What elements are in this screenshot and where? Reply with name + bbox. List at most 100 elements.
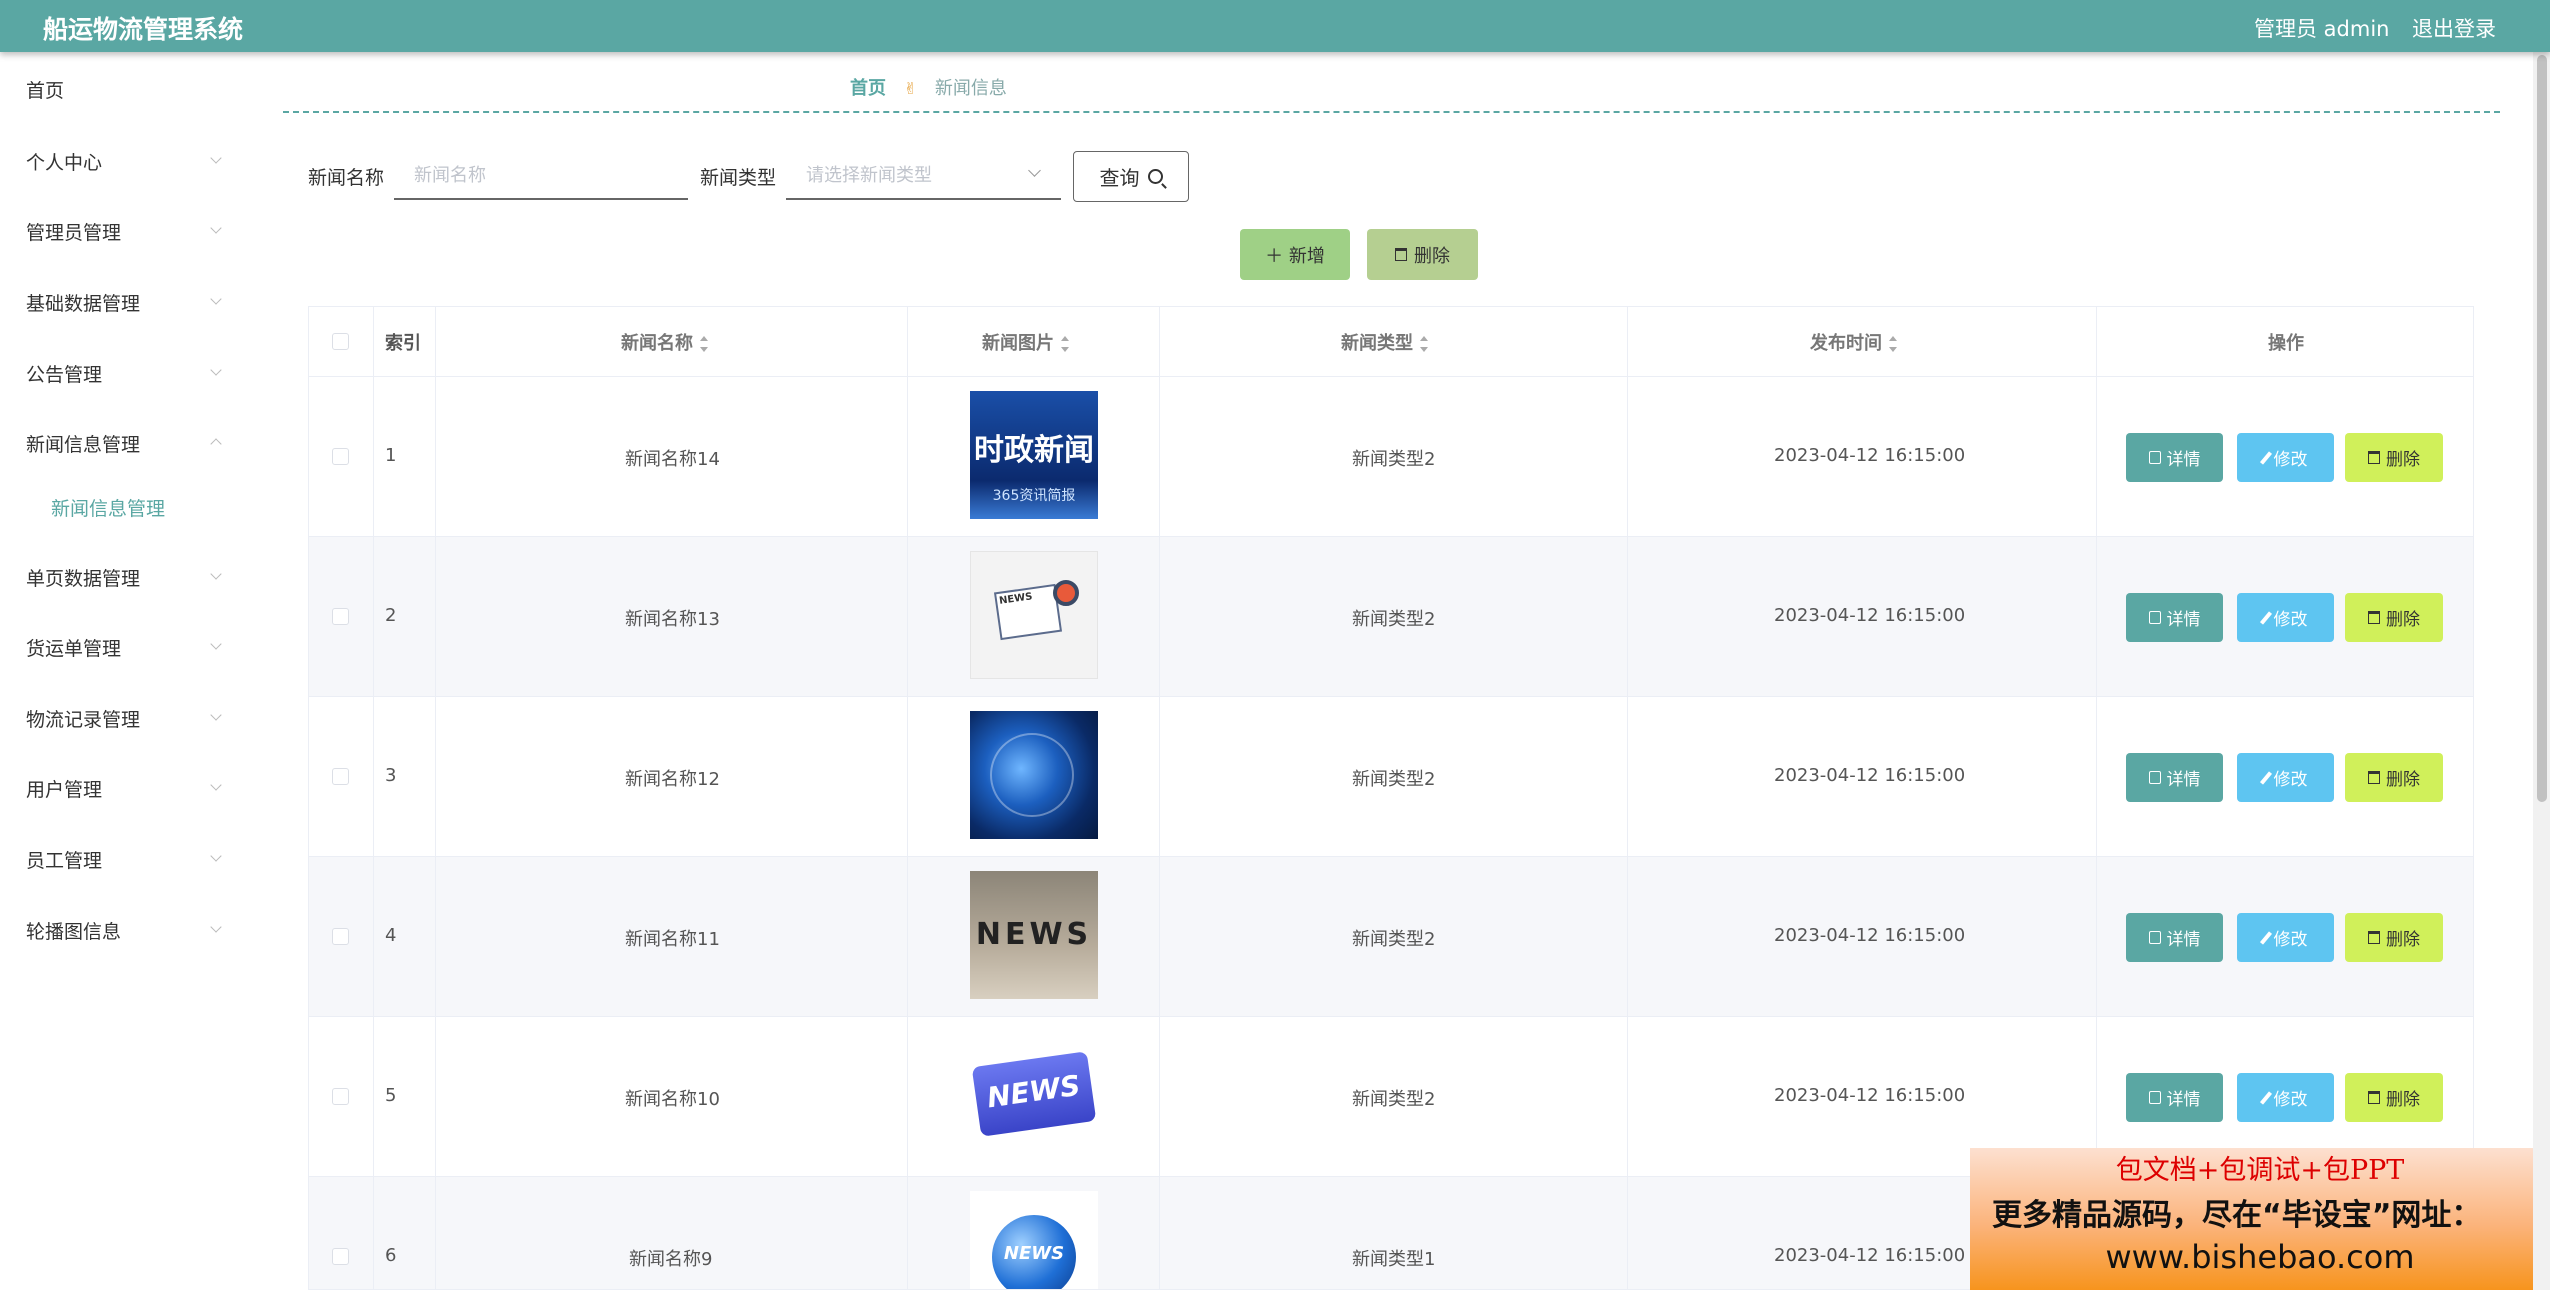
header-news-image[interactable]: 新闻图片 — [982, 329, 1070, 355]
sidebar-subitem-news[interactable]: 新闻信息管理 — [0, 486, 245, 526]
trash-icon — [2368, 1091, 2380, 1104]
breadcrumb-home[interactable]: 首页 — [850, 78, 886, 99]
sort-icon — [1060, 336, 1070, 352]
sort-icon — [1888, 336, 1898, 352]
edit-button[interactable]: 修改 — [2237, 913, 2334, 962]
row-checkbox[interactable] — [332, 608, 349, 625]
batch-delete-label: 删除 — [1414, 245, 1450, 267]
sidebar-item-basic-data[interactable]: 基础数据管理 — [0, 281, 245, 321]
header-news-type[interactable]: 新闻类型 — [1341, 329, 1429, 355]
row-news-name: 新闻名称13 — [625, 609, 720, 630]
detail-button[interactable]: 详情 — [2126, 753, 2223, 802]
magnifier-icon — [1053, 580, 1079, 606]
globe-icon — [990, 733, 1074, 817]
table-row: 4 新闻名称11 NEWS 新闻类型2 2023-04-12 16:15:00 … — [309, 857, 2473, 1017]
select-all-checkbox[interactable] — [332, 333, 349, 350]
news-thumbnail[interactable]: NEWS — [970, 871, 1098, 999]
delete-button[interactable]: 删除 — [2345, 1073, 2443, 1122]
breadcrumb-current: 新闻信息 — [934, 78, 1007, 99]
document-icon — [2148, 771, 2161, 784]
sidebar-item-users[interactable]: 用户管理 — [0, 767, 245, 807]
sidebar-item-single-page[interactable]: 单页数据管理 — [0, 556, 245, 596]
row-news-type: 新闻类型2 — [1352, 609, 1436, 630]
trash-icon — [2368, 771, 2380, 784]
edit-button[interactable]: 修改 — [2237, 1073, 2334, 1122]
header-publish-time[interactable]: 发布时间 — [1810, 329, 1898, 355]
promo-banner[interactable]: 包文档+包调试+包PPT 更多精品源码，尽在“毕设宝”网址： www.bishe… — [1970, 1148, 2550, 1290]
table-row: 1 新闻名称14 时政新闻 365资讯简报 新闻类型2 2023-04-12 1… — [309, 377, 2473, 537]
row-news-type: 新闻类型2 — [1352, 449, 1436, 470]
row-checkbox[interactable] — [332, 768, 349, 785]
news-thumbnail[interactable]: NEWS — [970, 1031, 1098, 1159]
row-checkbox[interactable] — [332, 928, 349, 945]
sidebar-item-notice[interactable]: 公告管理 — [0, 352, 245, 392]
query-button[interactable]: 查询 — [1073, 151, 1189, 202]
news-thumbnail[interactable]: NEWS — [970, 551, 1098, 679]
news-thumbnail[interactable]: NEWS — [970, 1191, 1098, 1289]
row-checkbox[interactable] — [332, 448, 349, 465]
sidebar-item-carousel[interactable]: 轮播图信息 — [0, 909, 245, 949]
sidebar-item-profile[interactable]: 个人中心 — [0, 140, 245, 180]
thumbnail-caption: NEWS — [1003, 1243, 1065, 1264]
trash-icon — [1395, 248, 1407, 261]
row-publish-time: 2023-04-12 16:15:00 — [1774, 765, 1966, 786]
detail-button[interactable]: 详情 — [2126, 593, 2223, 642]
row-publish-time: 2023-04-12 16:15:00 — [1774, 1245, 1966, 1266]
promo-line-2: 更多精品源码，尽在“毕设宝”网址： — [1992, 1198, 2482, 1233]
edit-button[interactable]: 修改 — [2237, 753, 2334, 802]
news-name-input[interactable] — [394, 152, 688, 200]
sidebar-item-staff[interactable]: 员工管理 — [0, 838, 245, 878]
chevron-down-icon — [210, 779, 222, 791]
scrollbar-thumb[interactable] — [2537, 55, 2547, 802]
detail-button[interactable]: 详情 — [2126, 433, 2223, 482]
news-thumbnail[interactable]: 时政新闻 365资讯简报 — [970, 391, 1098, 519]
sidebar-item-home[interactable]: 首页 — [0, 68, 245, 108]
delete-button[interactable]: 删除 — [2345, 433, 2443, 482]
edit-button[interactable]: 修改 — [2237, 433, 2334, 482]
header-news-name[interactable]: 新闻名称 — [621, 329, 709, 355]
row-checkbox[interactable] — [332, 1088, 349, 1105]
sidebar-item-logistics[interactable]: 物流记录管理 — [0, 697, 245, 737]
row-news-type: 新闻类型1 — [1352, 1249, 1436, 1270]
row-publish-time: 2023-04-12 16:15:00 — [1774, 445, 1966, 466]
sidebar-item-label: 个人中心 — [26, 152, 103, 174]
chevron-down-icon — [210, 152, 222, 164]
sidebar-item-waybill[interactable]: 货运单管理 — [0, 626, 245, 666]
search-icon — [1147, 169, 1163, 184]
detail-button[interactable]: 详情 — [2126, 913, 2223, 962]
row-checkbox[interactable] — [332, 1248, 349, 1265]
detail-label: 详情 — [2166, 770, 2201, 790]
thumbnail-caption: NEWS — [975, 917, 1093, 952]
edit-button[interactable]: 修改 — [2237, 593, 2334, 642]
sidebar-item-label: 轮播图信息 — [26, 921, 122, 943]
row-news-type: 新闻类型2 — [1352, 929, 1436, 950]
row-publish-time: 2023-04-12 16:15:00 — [1774, 925, 1966, 946]
hand-icon: ✌ — [903, 79, 918, 98]
sidebar-item-label: 新闻信息管理 — [26, 434, 141, 456]
sidebar-item-admin-management[interactable]: 管理员管理 — [0, 210, 245, 250]
batch-delete-button[interactable]: 删除 — [1367, 229, 1478, 280]
header-index: 索引 — [385, 333, 421, 354]
sort-icon — [699, 336, 709, 352]
top-bar: 船运物流管理系统 管理员 admin 退出登录 — [0, 0, 2550, 52]
chevron-down-icon — [210, 568, 222, 580]
sort-icon — [1419, 336, 1429, 352]
sidebar-item-news-group[interactable]: 新闻信息管理 — [0, 422, 245, 462]
pencil-icon — [2259, 1090, 2272, 1105]
pencil-icon — [2259, 610, 2272, 625]
delete-button[interactable]: 删除 — [2345, 753, 2443, 802]
document-icon — [2148, 1091, 2161, 1104]
row-publish-time: 2023-04-12 16:15:00 — [1774, 605, 1966, 626]
detail-button[interactable]: 详情 — [2126, 1073, 2223, 1122]
add-button[interactable]: ＋ 新增 — [1240, 229, 1350, 280]
app-title: 船运物流管理系统 — [43, 15, 244, 44]
column-divider — [907, 307, 908, 1289]
detail-label: 详情 — [2166, 930, 2201, 950]
logout-link[interactable]: 退出登录 — [2412, 13, 2496, 43]
delete-button[interactable]: 删除 — [2345, 593, 2443, 642]
delete-label: 删除 — [2386, 770, 2420, 790]
delete-button[interactable]: 删除 — [2345, 913, 2443, 962]
news-thumbnail[interactable] — [970, 711, 1098, 839]
column-divider — [2096, 307, 2097, 1289]
news-type-select[interactable] — [786, 152, 1061, 200]
